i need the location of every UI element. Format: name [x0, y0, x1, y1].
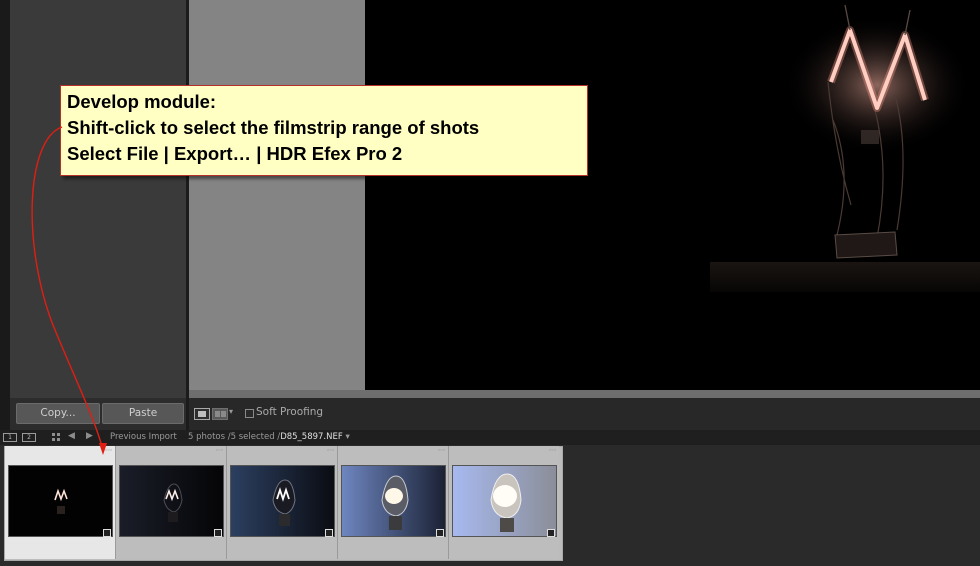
soft-proofing-label: Soft Proofing: [256, 406, 324, 418]
edit-badge-icon: [214, 529, 222, 537]
cell-dots-icon: ◦◦◦: [548, 447, 557, 454]
edit-badge-icon: [436, 529, 444, 537]
left-panel: [10, 0, 186, 398]
forward-arrow-icon[interactable]: ▶: [86, 431, 93, 441]
filmstrip-thumbnail[interactable]: ◦◦◦: [338, 446, 449, 559]
callout-line-2: Shift-click to select the filmstrip rang…: [67, 117, 480, 138]
thumbnail-image: [341, 465, 446, 537]
thumbnail-image: [452, 465, 557, 537]
compare-view-icon[interactable]: [212, 408, 228, 420]
filmstrip-thumbnail[interactable]: ◦◦◦: [227, 446, 338, 559]
light-bulb-image: [365, 0, 980, 390]
cell-dots-icon: ◦◦◦: [104, 447, 113, 454]
filmstrip-thumbnail[interactable]: ◦◦◦: [116, 446, 227, 559]
thumbnail-image: [230, 465, 335, 537]
thumbnail-image: [8, 465, 113, 537]
cell-dots-icon: ◦◦◦: [437, 447, 446, 454]
filmstrip-thumbnail[interactable]: ◦◦◦: [449, 446, 559, 559]
loupe-view-icon[interactable]: [194, 408, 210, 420]
cell-dots-icon: ◦◦◦: [215, 447, 224, 454]
secondary-display-button[interactable]: 2: [22, 433, 36, 442]
callout-line-1: Develop module:: [67, 91, 217, 112]
chevron-down-icon[interactable]: ▾: [229, 407, 233, 416]
back-arrow-icon[interactable]: ◀: [68, 431, 75, 441]
selection-info: 5 photos /5 selected /D85_5897.NEF ▾: [188, 432, 350, 442]
edit-badge-icon: [547, 529, 555, 537]
chevron-down-icon[interactable]: ▾: [345, 432, 349, 442]
selection-count: 5 photos /5 selected /: [188, 432, 281, 442]
left-edge: [0, 0, 10, 430]
source-label[interactable]: Previous Import: [110, 432, 177, 442]
canvas-bottom-margin: [189, 390, 980, 398]
edit-badge-icon: [103, 529, 111, 537]
main-photo-preview[interactable]: [365, 0, 980, 390]
callout-line-3: Select File | Export… | HDR Efex Pro 2: [67, 143, 403, 164]
grid-icon[interactable]: [52, 433, 60, 441]
edit-badge-icon: [325, 529, 333, 537]
cell-dots-icon: ◦◦◦: [326, 447, 335, 454]
filmstrip-thumbnail[interactable]: ◦◦◦: [5, 446, 116, 559]
instruction-callout: Develop module: Shift-click to select th…: [60, 85, 588, 176]
primary-display-button[interactable]: 1: [3, 433, 17, 442]
copy-button[interactable]: Copy...: [16, 403, 100, 424]
soft-proofing-checkbox[interactable]: [245, 409, 254, 418]
current-filename[interactable]: D85_5897.NEF: [280, 432, 343, 442]
paste-button[interactable]: Paste: [102, 403, 184, 424]
thumbnail-image: [119, 465, 224, 537]
